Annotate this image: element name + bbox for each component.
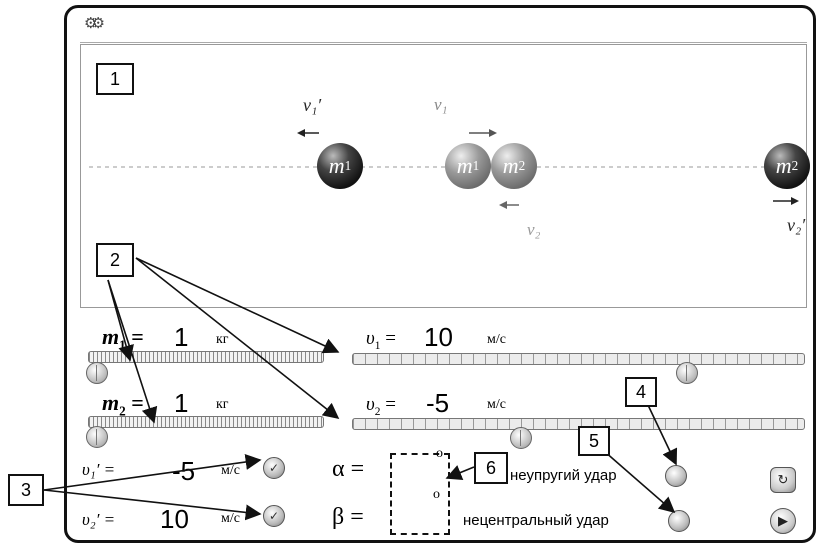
callout-4: 4 (625, 377, 657, 407)
callout-1: 1 (96, 63, 134, 95)
callout-5: 5 (578, 426, 610, 456)
callout-6: 6 (474, 452, 508, 484)
callout-2: 2 (96, 243, 134, 277)
callout-3: 3 (8, 474, 44, 506)
